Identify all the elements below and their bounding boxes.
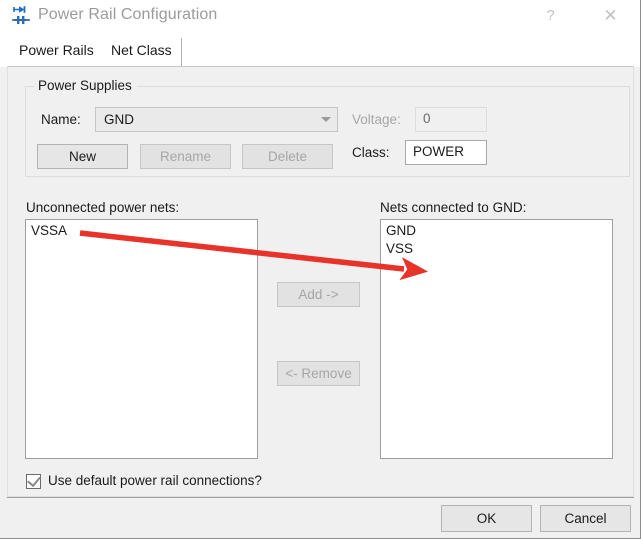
new-button[interactable]: New [37,144,128,169]
power-rail-configuration-dialog: Power Rail Configuration ? ✕ Power Rails… [0,0,641,539]
unconnected-nets-listbox[interactable]: VSSA [25,219,258,459]
tab-strip: Power Rails Net Class [0,33,640,67]
use-default-connections-checkbox[interactable] [26,472,41,489]
list-item[interactable]: VSSA [26,220,257,240]
ok-button[interactable]: OK [441,505,532,532]
remove-button[interactable]: <- Remove [277,361,360,386]
delete-button[interactable]: Delete [242,144,333,169]
help-button[interactable]: ? [528,0,573,32]
use-default-connections-label: Use default power rail connections? [48,473,262,488]
rename-button[interactable]: Rename [140,144,231,169]
name-label: Name: [41,112,81,127]
tab-net-class[interactable]: Net Class [102,38,182,66]
cancel-button[interactable]: Cancel [540,505,631,532]
voltage-field[interactable]: 0 [415,107,487,132]
class-field[interactable]: POWER [405,140,487,165]
list-item[interactable]: VSS [381,240,612,258]
power-rail-icon [10,5,32,27]
connected-nets-listbox[interactable]: GND VSS [380,219,613,459]
name-combobox-value: GND [104,112,134,127]
power-supplies-legend: Power Supplies [34,78,137,93]
unconnected-nets-label: Unconnected power nets: [26,200,180,215]
close-icon[interactable]: ✕ [588,0,633,32]
chevron-down-icon [321,117,331,122]
add-button[interactable]: Add -> [277,282,360,307]
title-bar: Power Rail Configuration ? ✕ [0,0,640,34]
footer-separator [7,497,634,498]
list-item[interactable]: GND [381,220,612,240]
class-label: Class: [352,145,390,160]
name-combobox[interactable]: GND [95,107,338,132]
check-icon [27,472,41,488]
window-title: Power Rail Configuration [38,6,218,23]
connected-nets-label: Nets connected to GND: [380,200,527,215]
voltage-label: Voltage: [352,112,401,127]
tab-power-rails[interactable]: Power Rails [10,38,104,66]
